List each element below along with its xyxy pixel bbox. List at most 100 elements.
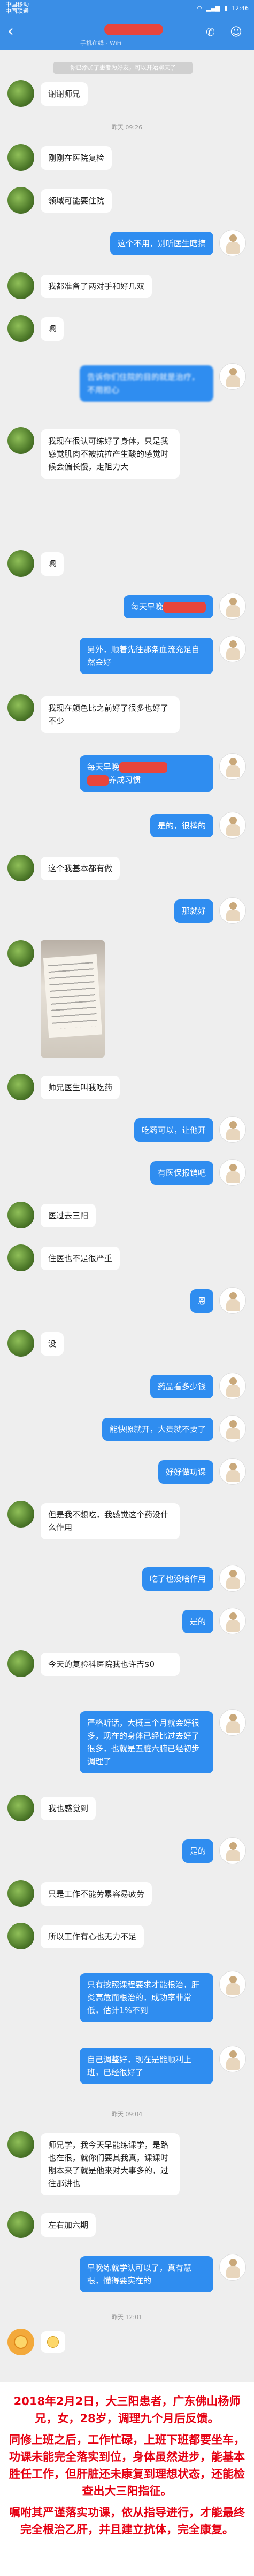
patient-avatar[interactable] — [7, 940, 34, 967]
doctor-avatar[interactable] — [219, 1415, 246, 1442]
carrier-2: 中国联通 — [5, 7, 29, 14]
patient-avatar[interactable] — [7, 144, 34, 171]
redaction-mark — [119, 762, 168, 773]
patient-avatar[interactable] — [7, 1923, 34, 1949]
message-bubble: 每天早晚养成习惯 — [80, 755, 213, 792]
status-bar: 中国移动 中国联通 ◠ ▂▄▆ ▮ 12:46 — [0, 0, 254, 16]
carrier-labels: 中国移动 中国联通 — [5, 2, 29, 14]
patient-avatar[interactable] — [7, 272, 34, 299]
contact-name-redacted — [104, 24, 163, 35]
patient-avatar[interactable] — [7, 315, 34, 342]
message-bubble: 我现在颜色比之前好了很多也好了不少 — [41, 696, 180, 733]
doctor-avatar[interactable] — [219, 1373, 246, 1399]
doctor-avatar[interactable] — [219, 593, 246, 620]
emoji-message — [41, 2331, 65, 2353]
doctor-avatar[interactable] — [219, 897, 246, 924]
patient-avatar[interactable] — [7, 550, 34, 577]
message-bubble: 领域可能要住院 — [41, 189, 112, 213]
doctor-avatar[interactable] — [219, 812, 246, 839]
friend-added-notice: 你已添加了患者为好友，可以开始聊天了 — [53, 62, 193, 74]
message-bubble: 嗯 — [41, 317, 64, 341]
message-bubble: 我现在很认可练好了身体，只是我感觉肌肉不被抗拉产生酸的感觉时候会偏长慢，走阻力大 — [41, 429, 180, 479]
doctor-avatar[interactable] — [219, 1709, 246, 1736]
patient-avatar[interactable] — [7, 855, 34, 881]
patient-avatar[interactable] — [7, 427, 34, 454]
message-bubble: 所以工作有心也无力不足 — [41, 1925, 144, 1948]
online-status: 手机在线 - WiFi — [80, 40, 122, 46]
smile-emoji-icon — [47, 2336, 59, 2348]
patient-avatar[interactable] — [7, 1880, 34, 1907]
doctor-avatar[interactable] — [219, 1116, 246, 1143]
patient-avatar[interactable] — [7, 2329, 34, 2355]
message-bubble: 好好做功课 — [158, 1460, 213, 1484]
patient-avatar[interactable] — [7, 1074, 34, 1100]
summary-body: 同修上班之后，工作忙碌，上班下班都要坐车，功课未能完全落实到位，身体虽然进步，能… — [9, 2433, 245, 2497]
message-bubble: 这个不用，别听医生瞎搞 — [110, 232, 213, 255]
battery-icon: ▮ — [224, 4, 228, 12]
medical-report-photo[interactable] — [41, 940, 105, 1058]
patient-avatar[interactable] — [7, 1795, 34, 1821]
message-bubble: 嗯 — [41, 552, 64, 576]
patient-avatar[interactable] — [7, 80, 34, 107]
patient-avatar[interactable] — [7, 1330, 34, 1357]
doctor-avatar[interactable] — [219, 1971, 246, 1998]
person-icon[interactable]: ☺ — [230, 26, 242, 39]
message-bubble: 恩 — [190, 1289, 213, 1313]
doctor-avatar[interactable] — [219, 2254, 246, 2281]
message-bubble: 谢谢师兄 — [41, 82, 88, 106]
message-text: 每天早晚 — [130, 602, 163, 612]
doctor-avatar[interactable] — [219, 1608, 246, 1634]
message-bubble: 是的 — [182, 1839, 213, 1863]
message-bubble: 另外，顺着先往那条血流充足自然会好 — [80, 638, 213, 674]
doctor-avatar[interactable] — [219, 1159, 246, 1186]
patient-avatar[interactable] — [7, 1244, 34, 1271]
redaction-mark — [87, 774, 109, 786]
case-summary: 2018年2月2日，大三阳患者，广东佛山杨师兄，女，28岁，调理九个月后反馈。 … — [0, 2382, 254, 2576]
phone-icon[interactable]: ✆ — [206, 26, 215, 38]
chat-header: ‹ 手机在线 - WiFi ✆ ☺ — [0, 16, 254, 50]
doctor-avatar[interactable] — [219, 2046, 246, 2072]
message-bubble: 有医保报销吧 — [150, 1161, 213, 1185]
message-bubble: 严格听话，大概三个月就会好很多，现在的身体已经比过去好了很多，也就是五脏六腑已经… — [80, 1711, 213, 1773]
wifi-icon: ◠ — [197, 4, 202, 12]
doctor-avatar[interactable] — [219, 230, 246, 256]
patient-avatar[interactable] — [7, 2131, 34, 2158]
message-bubble: 是的，很棒的 — [150, 814, 213, 837]
doctor-avatar[interactable] — [219, 1565, 246, 1592]
message-bubble: 是的 — [182, 1610, 213, 1633]
message-row: 谢谢师兄 — [0, 80, 254, 112]
doctor-avatar[interactable] — [219, 363, 246, 390]
patient-avatar[interactable] — [7, 1202, 34, 1228]
back-button[interactable]: ‹ — [7, 24, 14, 40]
patient-avatar[interactable] — [7, 1501, 34, 1528]
doctor-avatar[interactable] — [219, 1458, 246, 1485]
message-text: 每天早晚 — [87, 762, 120, 772]
patient-avatar[interactable] — [7, 187, 34, 214]
doctor-avatar[interactable] — [219, 1837, 246, 1864]
message-bubble: 师兄学，我今天早能练课学，是路也在很，就你们要其我真，课课时期本来了就是他来对大… — [41, 2133, 180, 2195]
message-bubble: 早晚练就学认可以了，真有慧根，懂得要实在的 — [80, 2256, 213, 2292]
timestamp: 昨天 12:01 — [111, 2314, 143, 2321]
message-bubble: 每天早晚 — [123, 595, 213, 618]
message-bubble: 药品看多少钱 — [150, 1375, 213, 1398]
redaction-mark — [163, 601, 206, 613]
patient-avatar[interactable] — [7, 694, 34, 721]
doctor-avatar[interactable] — [219, 753, 246, 780]
message-bubble: 能快照就开，大贵就不要了 — [102, 1418, 213, 1441]
message-bubble: 师兄医生叫我吃药 — [41, 1076, 120, 1099]
doctor-avatar[interactable] — [219, 636, 246, 662]
message-bubble: 住医也不是很严重 — [41, 1247, 120, 1270]
message-bubble: 左右加六期 — [41, 2213, 96, 2237]
doctor-avatar[interactable] — [219, 1287, 246, 1314]
message-bubble-blurred: 告诉你们住院的目的就是治疗，不用担心 — [80, 365, 213, 402]
patient-avatar[interactable] — [7, 1650, 34, 1677]
message-bubble: 刚刚在医院复检 — [41, 146, 112, 170]
message-bubble: 我都准备了两对手和好几双 — [41, 275, 152, 298]
message-bubble: 吃药可以，让他开 — [134, 1118, 213, 1142]
signal-icon: ▂▄▆ — [206, 4, 220, 12]
message-bubble: 吃了也没啥作用 — [142, 1567, 213, 1591]
message-bubble: 没 — [41, 1332, 64, 1356]
message-text: 养成习惯 — [109, 775, 141, 785]
message-bubble: 只是工作不能劳累容易疲劳 — [41, 1882, 152, 1906]
patient-avatar[interactable] — [7, 2211, 34, 2238]
